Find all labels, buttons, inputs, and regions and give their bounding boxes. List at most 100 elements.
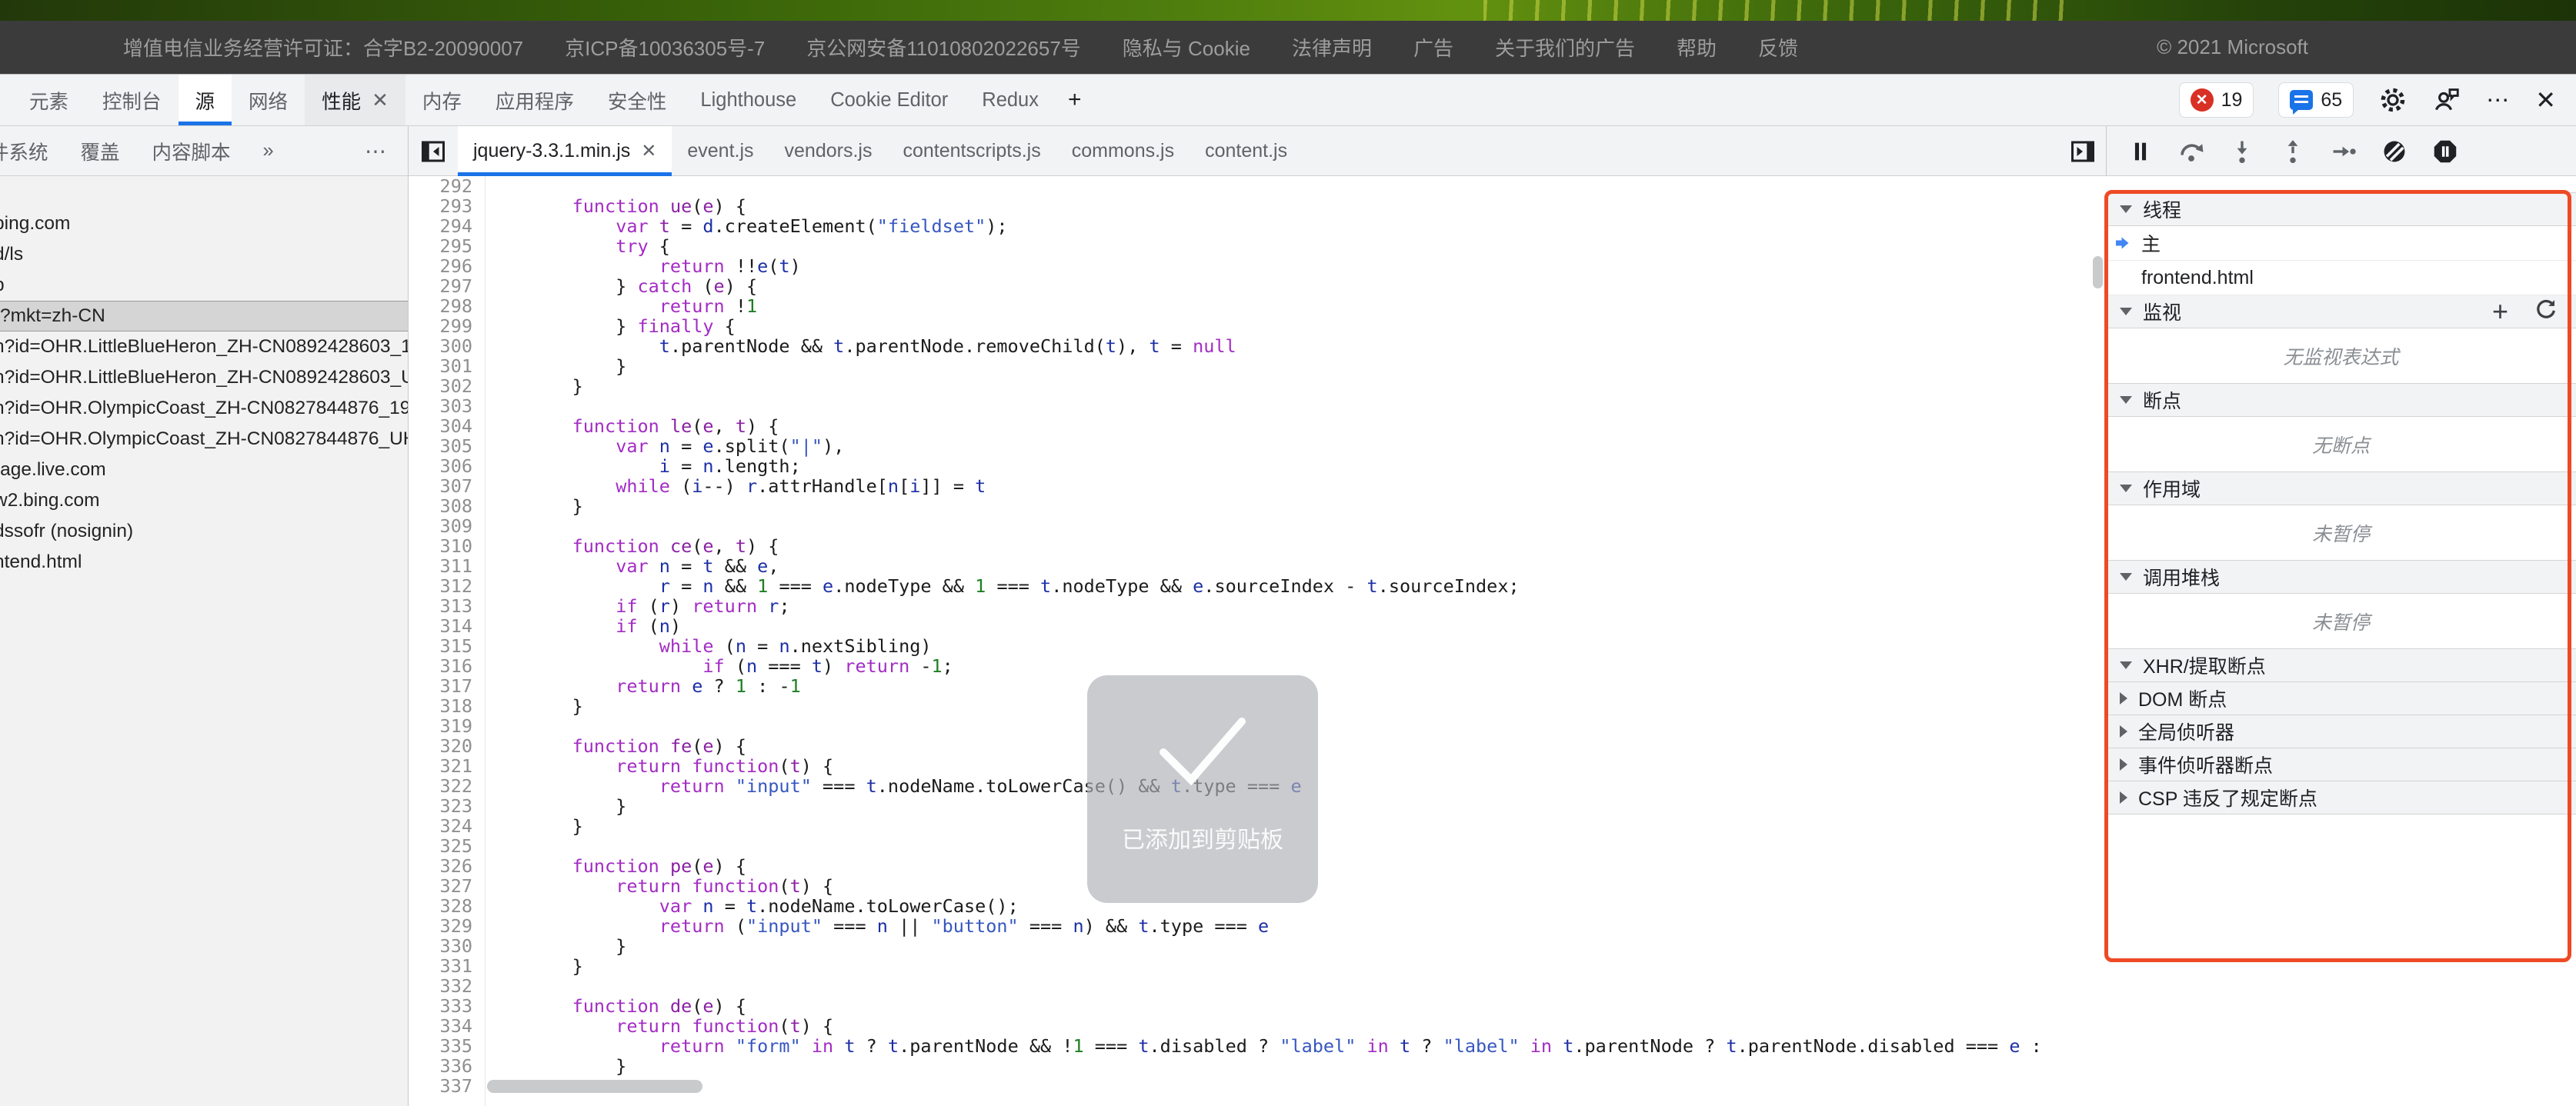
horizontal-scrollbar[interactable] [487,1080,702,1093]
section-header-断点[interactable]: 断点 [2106,383,2576,417]
footer-link[interactable]: 关于我们的广告 [1495,33,1635,62]
tab-安全性[interactable]: 安全性 [591,75,684,125]
line-number[interactable]: 307 [409,476,485,496]
line-number[interactable]: 333 [409,996,485,1016]
close-tab-icon[interactable]: ✕ [372,88,389,112]
file-tree-item[interactable]: h?id=OHR.OlympicCoast_ZH-CN0827844876_UH [0,424,408,455]
file-tree-item[interactable]: ntend.html [0,547,408,578]
line-number[interactable]: 329 [409,916,485,936]
refresh-icon[interactable] [2534,298,2558,326]
tab-Cookie Editor[interactable]: Cookie Editor [813,75,965,125]
navigator-tab[interactable]: 覆盖 [81,137,120,165]
tab-源[interactable]: 源 [179,75,232,125]
step-out-icon[interactable] [2279,138,2307,165]
section-header-调用堆栈[interactable]: 调用堆栈 [2106,560,2576,594]
tab-元素[interactable]: 元素 [12,75,85,125]
tab-Lighthouse[interactable]: Lighthouse [683,75,813,125]
line-number[interactable]: 331 [409,956,485,976]
section-header-CSP 违反了规定断点[interactable]: CSP 违反了规定断点 [2106,781,2576,815]
line-number[interactable]: 313 [409,596,485,616]
tab-Redux[interactable]: Redux [965,75,1056,125]
line-number[interactable]: 303 [409,396,485,416]
line-number[interactable]: 305 [409,436,485,456]
line-number[interactable]: 317 [409,676,485,696]
line-number[interactable]: 306 [409,456,485,476]
file-tree-item[interactable]: bing.com [0,208,408,239]
section-header-监视[interactable]: 监视+ [2106,295,2576,328]
footer-link[interactable]: 隐私与 Cookie [1123,33,1250,62]
line-number[interactable]: 327 [409,876,485,896]
file-tree-item[interactable]: d/ls [0,239,408,270]
line-number[interactable]: 292 [409,176,485,196]
footer-link[interactable]: 法律声明 [1292,33,1372,62]
tab-应用程序[interactable]: 应用程序 [479,75,591,125]
file-tree-item[interactable]: h?id=OHR.LittleBlueHeron_ZH-CN0892428603… [0,331,408,362]
source-tab[interactable]: vendors.js [769,126,888,176]
line-number[interactable]: 294 [409,216,485,236]
line-number[interactable]: 324 [409,816,485,836]
line-number[interactable]: 300 [409,336,485,356]
navigator-more-icon[interactable]: ⋯ [365,138,388,164]
navigator-tab[interactable]: » [263,140,274,162]
footer-link[interactable]: 京公网安备11010802022657号 [806,33,1081,62]
tab-+[interactable]: + [1056,75,1094,125]
file-tree-item[interactable]: ?mkt=zh-CN [0,301,408,331]
file-tree-item[interactable]: h?id=OHR.OlympicCoast_ZH-CN0827844876_19 [0,393,408,424]
thread-item[interactable]: 主 [2106,226,2576,261]
line-number[interactable]: 330 [409,936,485,956]
close-devtools-icon[interactable]: ✕ [2535,85,2556,115]
line-number[interactable]: 319 [409,716,485,736]
file-tree-item[interactable]: dssofr (nosignin) [0,516,408,547]
line-number[interactable]: 296 [409,256,485,276]
section-header-XHR/提取断点[interactable]: XHR/提取断点 [2106,648,2576,682]
line-number[interactable]: 316 [409,656,485,676]
message-count-badge[interactable]: 65 [2278,82,2354,118]
line-number[interactable]: 315 [409,636,485,656]
line-number[interactable]: 337 [409,1076,485,1096]
more-options-icon[interactable]: ⋯ [2486,87,2511,114]
line-number[interactable]: 335 [409,1036,485,1056]
line-number[interactable]: 332 [409,976,485,996]
footer-link[interactable]: 帮助 [1677,33,1717,62]
vertical-scrollbar[interactable] [2093,256,2103,288]
line-number[interactable]: 336 [409,1056,485,1076]
line-number[interactable]: 328 [409,896,485,916]
collapse-navigator-icon[interactable] [409,126,458,176]
feedback-person-icon[interactable] [2432,85,2461,115]
line-number[interactable]: 318 [409,696,485,716]
line-number[interactable]: 323 [409,796,485,816]
line-number[interactable]: 322 [409,776,485,796]
pause-on-exceptions-icon[interactable] [2431,138,2459,165]
line-number[interactable]: 310 [409,536,485,556]
thread-item[interactable]: frontend.html [2106,261,2576,295]
settings-gear-icon[interactable] [2378,85,2407,115]
section-header-DOM 断点[interactable]: DOM 断点 [2106,681,2576,715]
line-number[interactable]: 293 [409,196,485,216]
line-number[interactable]: 326 [409,856,485,876]
file-tree-item[interactable]: rage.live.com [0,455,408,485]
section-header-作用域[interactable]: 作用域 [2106,471,2576,505]
expand-debugger-icon[interactable] [2069,126,2097,176]
line-number[interactable]: 299 [409,316,485,336]
footer-link[interactable]: 京ICP备10036305号-7 [565,33,765,62]
navigator-tab[interactable]: 件系统 [0,137,48,165]
file-tree-item[interactable]: w2.bing.com [0,485,408,516]
section-header-线程[interactable]: 线程 [2106,192,2576,226]
line-number[interactable]: 309 [409,516,485,536]
navigator-tab[interactable]: 内容脚本 [152,137,231,165]
line-number[interactable]: 295 [409,236,485,256]
line-number[interactable]: 302 [409,376,485,396]
line-number[interactable]: 314 [409,616,485,636]
footer-link[interactable]: 增值电信业务经营许可证：合字B2-20090007 [123,33,523,62]
deactivate-breakpoints-icon[interactable] [2381,138,2408,165]
footer-link[interactable]: 反馈 [1758,33,1798,62]
source-tab[interactable]: content.js [1190,126,1303,176]
line-number[interactable]: 308 [409,496,485,516]
source-tab[interactable]: event.js [672,126,769,176]
line-number[interactable]: 320 [409,736,485,756]
file-tree-item[interactable]: h?id=OHR.LittleBlueHeron_ZH-CN0892428603… [0,362,408,393]
line-number[interactable]: 297 [409,276,485,296]
line-number[interactable]: 298 [409,296,485,316]
source-tab[interactable]: jquery-3.3.1.min.js✕ [458,126,672,176]
line-number[interactable]: 304 [409,416,485,436]
